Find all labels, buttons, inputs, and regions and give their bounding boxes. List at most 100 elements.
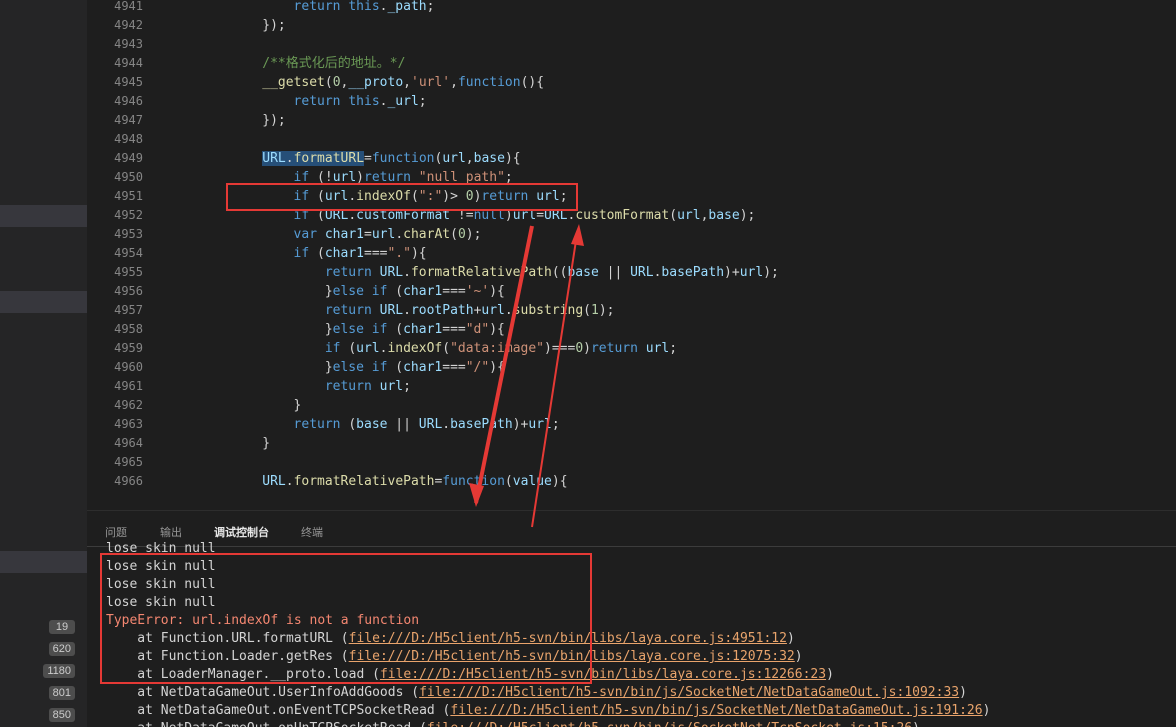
line-number: 4966 bbox=[114, 474, 143, 488]
code-text: } bbox=[293, 398, 302, 413]
code-text: }else if (char1==='~'){ bbox=[324, 284, 505, 299]
line-number: 4953 bbox=[114, 227, 143, 241]
code-text: return this._path; bbox=[293, 0, 435, 14]
console-line: lose skin null bbox=[106, 541, 216, 556]
code-line[interactable]: 4960 }else if (char1==="/"){ bbox=[87, 358, 1176, 377]
code-line[interactable]: 4946 return this._url; bbox=[87, 92, 1176, 111]
code-line[interactable]: 4947}); bbox=[87, 111, 1176, 130]
code-line[interactable]: 4957 return URL.rootPath+url.substring(1)… bbox=[87, 301, 1176, 320]
code-line[interactable]: 4959 if (url.indexOf("data:image")===0)re… bbox=[87, 339, 1176, 358]
count-badge: 620 bbox=[48, 642, 75, 656]
line-number: 4952 bbox=[114, 208, 143, 222]
count-badge: 1180 bbox=[43, 664, 75, 678]
stack-trace-link[interactable]: file:///D:/H5client/h5-svn/bin/libs/laya… bbox=[349, 649, 795, 664]
line-number: 4941 bbox=[114, 0, 143, 13]
count-badge: 19 bbox=[49, 620, 75, 634]
debug-console-output[interactable]: lose skin null lose skin null lose skin nu… bbox=[106, 541, 1176, 727]
line-number: 4955 bbox=[114, 265, 143, 279]
code-line[interactable]: 4942}); bbox=[87, 16, 1176, 35]
code-line[interactable]: 4950 if (!url)return "null path"; bbox=[87, 168, 1176, 187]
code-line[interactable]: 4944 /**格式化后的地址。*/ bbox=[87, 54, 1176, 73]
console-line: at NetDataGameOut.onUnTCPSocketRead (fil… bbox=[106, 720, 920, 727]
code-line[interactable]: 4965 bbox=[87, 453, 1176, 472]
code-text: return URL.formatRelativePath((base || U… bbox=[324, 265, 779, 280]
code-line[interactable]: 4962} bbox=[87, 396, 1176, 415]
line-number: 4945 bbox=[114, 75, 143, 89]
stack-trace-link[interactable]: file:///D:/H5client/h5-svn/bin/js/Socket… bbox=[450, 703, 982, 718]
code-line[interactable]: 4958 }else if (char1==="d"){ bbox=[87, 320, 1176, 339]
line-number: 4946 bbox=[114, 94, 143, 108]
code-line[interactable]: 4941 return this._path; bbox=[87, 0, 1176, 16]
code-text: if (URL.customFormat !=null)url=URL.cust… bbox=[293, 208, 756, 223]
line-number: 4951 bbox=[114, 189, 143, 203]
code-text: URL.formatURL=function(url,base){ bbox=[262, 151, 521, 166]
line-number: 4963 bbox=[114, 417, 143, 431]
console-line: lose skin null bbox=[106, 595, 216, 610]
stack-trace-link[interactable]: file:///D:/H5client/h5-svn/bin/libs/laya… bbox=[349, 631, 787, 646]
code-line[interactable]: 4961 return url; bbox=[87, 377, 1176, 396]
code-text: if (url.indexOf(":")> 0)return url; bbox=[293, 189, 568, 204]
code-line[interactable]: 4949 URL.formatURL=function(url,base){ bbox=[87, 149, 1176, 168]
code-text: }else if (char1==="/"){ bbox=[324, 360, 505, 375]
code-line[interactable]: 4954 if (char1==="."){ bbox=[87, 244, 1176, 263]
line-number: 4958 bbox=[114, 322, 143, 336]
line-number: 4950 bbox=[114, 170, 143, 184]
line-number: 4947 bbox=[114, 113, 143, 127]
line-number: 4960 bbox=[114, 360, 143, 374]
tab-output[interactable]: 输出 bbox=[160, 524, 182, 540]
code-text: if (url.indexOf("data:image")===0)return… bbox=[324, 341, 678, 356]
code-line[interactable]: 4952 if (URL.customFormat !=null)url=URL.… bbox=[87, 206, 1176, 225]
line-number: 4954 bbox=[114, 246, 143, 260]
code-text: }); bbox=[262, 18, 286, 33]
stack-trace-link[interactable]: file:///D:/H5client/h5-svn/bin/libs/laya… bbox=[380, 667, 826, 682]
line-number: 4949 bbox=[114, 151, 143, 165]
code-line[interactable]: 4943 bbox=[87, 35, 1176, 54]
count-badge: 850 bbox=[48, 708, 75, 722]
line-number: 4944 bbox=[114, 56, 143, 70]
code-text: if (char1==="."){ bbox=[293, 246, 427, 261]
line-number: 4962 bbox=[114, 398, 143, 412]
tab-terminal[interactable]: 终端 bbox=[301, 524, 323, 540]
console-line: at Function.Loader.getRes (file:///D:/H5… bbox=[106, 649, 803, 664]
line-number: 4942 bbox=[114, 18, 143, 32]
code-line[interactable]: 4966 URL.formatRelativePath=function(valu… bbox=[87, 472, 1176, 491]
code-text: return this._url; bbox=[293, 94, 427, 109]
tab-debug-console[interactable]: 调试控制台 bbox=[214, 524, 269, 540]
line-number: 4956 bbox=[114, 284, 143, 298]
console-line: at LoaderManager.__proto.load (file:///D… bbox=[106, 667, 834, 682]
stack-trace-link[interactable]: file:///D:/H5client/h5-svn/bin/js/Socket… bbox=[419, 685, 959, 700]
tab-problems[interactable]: 问题 bbox=[105, 524, 127, 540]
code-line[interactable]: 4948 bbox=[87, 130, 1176, 149]
code-text: } bbox=[262, 436, 271, 451]
code-line[interactable]: 4956 }else if (char1==='~'){ bbox=[87, 282, 1176, 301]
code-text: URL.formatRelativePath=function(value){ bbox=[262, 474, 568, 489]
line-number: 4948 bbox=[114, 132, 143, 146]
console-line: at Function.URL.formatURL (file:///D:/H5… bbox=[106, 631, 795, 646]
sidebar-selected-row[interactable] bbox=[0, 551, 87, 573]
code-line[interactable]: 4953 var char1=url.charAt(0); bbox=[87, 225, 1176, 244]
code-line[interactable]: 4955 return URL.formatRelativePath((base … bbox=[87, 263, 1176, 282]
stack-trace-link[interactable]: file:///D:/H5client/h5-svn/bin/js/Socket… bbox=[427, 721, 912, 727]
console-line: at NetDataGameOut.onEventTCPSocketRead (… bbox=[106, 703, 991, 718]
line-number: 4957 bbox=[114, 303, 143, 317]
explorer-sidebar: 19 620 1180 801 850 bbox=[0, 0, 87, 727]
code-text: __getset(0,__proto,'url',function(){ bbox=[262, 75, 545, 90]
code-line[interactable]: 4963 return (base || URL.basePath)+url; bbox=[87, 415, 1176, 434]
code-text: /**格式化后的地址。*/ bbox=[262, 56, 406, 71]
code-editor[interactable]: 4941 return this._path; 4942}); 4943 4944 /**… bbox=[87, 0, 1176, 510]
code-line[interactable]: 4951 if (url.indexOf(":")> 0)return url; bbox=[87, 187, 1176, 206]
code-line[interactable]: 4964} bbox=[87, 434, 1176, 453]
console-line: lose skin null bbox=[106, 577, 216, 592]
code-text: return URL.rootPath+url.substring(1); bbox=[324, 303, 615, 318]
code-text: return (base || URL.basePath)+url; bbox=[293, 417, 560, 432]
code-text: var char1=url.charAt(0); bbox=[293, 227, 482, 242]
code-text: return url; bbox=[324, 379, 411, 394]
code-line[interactable]: 4945 __getset(0,__proto,'url',function(){ bbox=[87, 73, 1176, 92]
sidebar-selected-row[interactable] bbox=[0, 291, 87, 313]
line-number: 4964 bbox=[114, 436, 143, 450]
line-number: 4965 bbox=[114, 455, 143, 469]
code-text: }else if (char1==="d"){ bbox=[324, 322, 505, 337]
console-line: at NetDataGameOut.UserInfoAddGoods (file… bbox=[106, 685, 967, 700]
count-badge: 801 bbox=[48, 686, 75, 700]
sidebar-selected-row[interactable] bbox=[0, 205, 87, 227]
